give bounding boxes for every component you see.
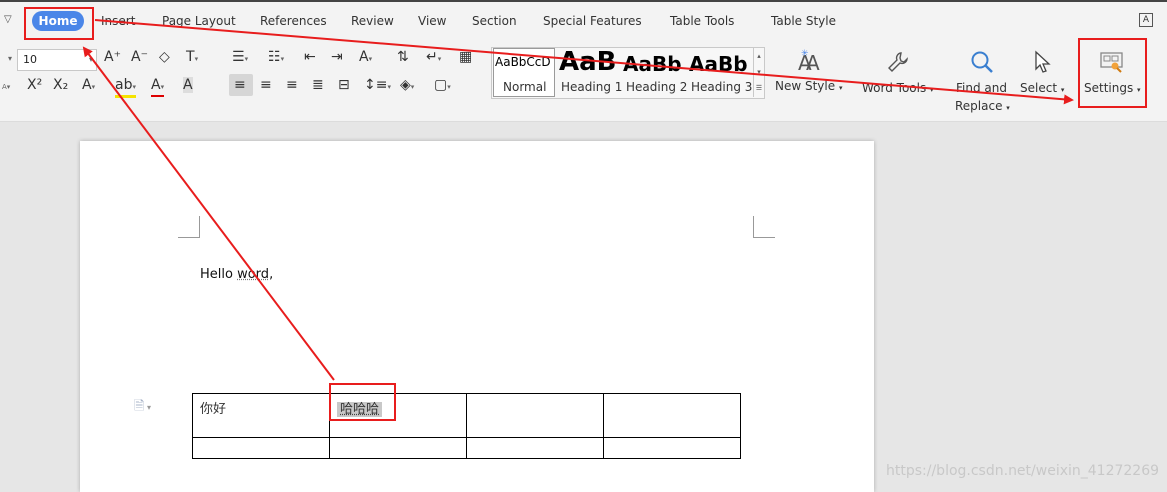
- align-center-icon[interactable]: ≡: [260, 77, 272, 93]
- borders-icon[interactable]: ▢▾: [434, 77, 451, 95]
- shrink-font-icon[interactable]: A⁻: [131, 49, 148, 65]
- superscript-icon[interactable]: X²: [27, 77, 42, 93]
- quick-access-dropdown-icon[interactable]: ▽: [4, 14, 12, 25]
- tab-view[interactable]: View: [418, 14, 446, 28]
- cursor-icon[interactable]: [1033, 50, 1053, 74]
- tab-section[interactable]: Section: [472, 14, 517, 28]
- tab-page-layout[interactable]: Page Layout: [162, 14, 236, 28]
- hello-word: word: [237, 267, 270, 282]
- word-tools-label[interactable]: Word Tools ▾: [862, 81, 934, 95]
- gallery-scroll[interactable]: ▴ ▾ ☰: [753, 48, 764, 97]
- phonetic-guide-icon[interactable]: T▾: [186, 49, 198, 67]
- style-heading2-label[interactable]: Heading 2: [626, 80, 687, 94]
- table-cell[interactable]: [466, 393, 604, 438]
- hello-text: Hello: [200, 267, 238, 282]
- wrench-icon[interactable]: [886, 50, 910, 74]
- tab-review[interactable]: Review: [351, 14, 394, 28]
- table-cell[interactable]: [329, 437, 467, 459]
- hello-suffix: ,: [269, 267, 274, 282]
- tab-bar: ▽ Home Insert Page Layout References Rev…: [0, 0, 1167, 42]
- clear-format-icon[interactable]: ◇: [159, 49, 170, 65]
- distributed-icon[interactable]: ⊟: [338, 77, 350, 93]
- select-label[interactable]: Select ▾: [1020, 81, 1064, 95]
- align-left-icon[interactable]: ≡: [234, 77, 246, 93]
- style-heading3-sample[interactable]: AaBb: [689, 52, 748, 76]
- document-text-line[interactable]: Hello word,: [200, 267, 273, 282]
- annotation-box-cell: [329, 383, 396, 421]
- style-heading2-sample[interactable]: AaBb: [623, 52, 682, 76]
- increase-indent-icon[interactable]: ⇥: [331, 49, 343, 65]
- show-marks-icon[interactable]: ↵▾: [426, 49, 441, 67]
- highlight-icon[interactable]: ab▾: [115, 77, 136, 98]
- font-color-icon[interactable]: A▾: [151, 77, 165, 97]
- chevron-down-icon[interactable]: ▾: [89, 50, 93, 70]
- table-cell[interactable]: [603, 393, 741, 438]
- tab-references[interactable]: References: [260, 14, 327, 28]
- chevron-up-icon[interactable]: ▴: [754, 48, 764, 64]
- annotation-box-settings: [1078, 38, 1147, 108]
- table-cell[interactable]: 你好: [192, 393, 330, 438]
- margin-corner-right: [753, 216, 775, 238]
- subscript-icon[interactable]: X₂: [53, 77, 68, 93]
- table-cell[interactable]: [603, 437, 741, 459]
- table-row: 你好 哈哈哈: [192, 393, 741, 438]
- svg-text:✳: ✳: [801, 49, 809, 59]
- table-cell-text: 你好: [200, 402, 227, 417]
- style-heading1-label[interactable]: Heading 1: [561, 80, 622, 94]
- shading-icon[interactable]: ◈▾: [400, 77, 414, 95]
- tab-insert[interactable]: Insert: [101, 14, 135, 28]
- style-heading3-label[interactable]: Heading 3: [691, 80, 752, 94]
- font-size-value: 10: [23, 53, 37, 66]
- margin-corner-left: [178, 216, 200, 238]
- font-name-dropdown-icon[interactable]: ▾: [8, 54, 12, 63]
- justify-icon[interactable]: ≣: [312, 77, 324, 93]
- numbering-icon[interactable]: ☷▾: [268, 49, 284, 67]
- find-replace-label-1[interactable]: Find and: [956, 81, 1007, 95]
- table-grid-icon[interactable]: ▦: [459, 49, 472, 65]
- chevron-down-icon[interactable]: ▾: [754, 64, 764, 80]
- font-size-input[interactable]: 10 ▾: [17, 49, 97, 71]
- table-cell[interactable]: [192, 437, 330, 459]
- document-icon[interactable]: 🗎 ▾: [134, 397, 151, 419]
- document-table[interactable]: 你好 哈哈哈: [192, 393, 741, 459]
- line-spacing-icon[interactable]: ↕≡▾: [364, 77, 391, 95]
- top-border: [0, 0, 1167, 2]
- style-normal-sample: AaBbCcD: [495, 55, 551, 69]
- ribbon-toggle-icon[interactable]: A: [1139, 13, 1153, 27]
- bullets-icon[interactable]: ☰▾: [232, 49, 248, 67]
- search-icon[interactable]: [969, 49, 995, 75]
- new-style-icon[interactable]: A A ✳: [795, 48, 821, 74]
- style-normal-label: Normal: [503, 80, 547, 94]
- sort-icon[interactable]: ⇅: [397, 49, 409, 65]
- style-heading1-sample[interactable]: AaB: [559, 47, 616, 77]
- watermark-text: https://blog.csdn.net/weixin_41272269: [886, 463, 1160, 479]
- annotation-box-home: [24, 7, 94, 40]
- align-right-icon[interactable]: ≡: [286, 77, 298, 93]
- gallery-more-icon[interactable]: ☰: [754, 80, 764, 96]
- char-shading-icon[interactable]: A: [183, 77, 193, 93]
- tab-table-style[interactable]: Table Style: [771, 14, 836, 28]
- text-direction-icon[interactable]: A▾: [359, 49, 372, 67]
- text-effect-icon[interactable]: A▾: [82, 77, 95, 95]
- table-cell[interactable]: [466, 437, 604, 459]
- tab-table-tools[interactable]: Table Tools: [670, 14, 734, 28]
- tab-special-features[interactable]: Special Features: [543, 14, 642, 28]
- decrease-indent-icon[interactable]: ⇤: [304, 49, 316, 65]
- find-replace-label-2[interactable]: Replace ▾: [955, 99, 1010, 113]
- table-row: [192, 437, 741, 459]
- strike-dropdown-icon[interactable]: A▾: [2, 77, 10, 95]
- grow-font-icon[interactable]: A⁺: [104, 49, 121, 65]
- new-style-label[interactable]: New Style ▾: [775, 79, 842, 93]
